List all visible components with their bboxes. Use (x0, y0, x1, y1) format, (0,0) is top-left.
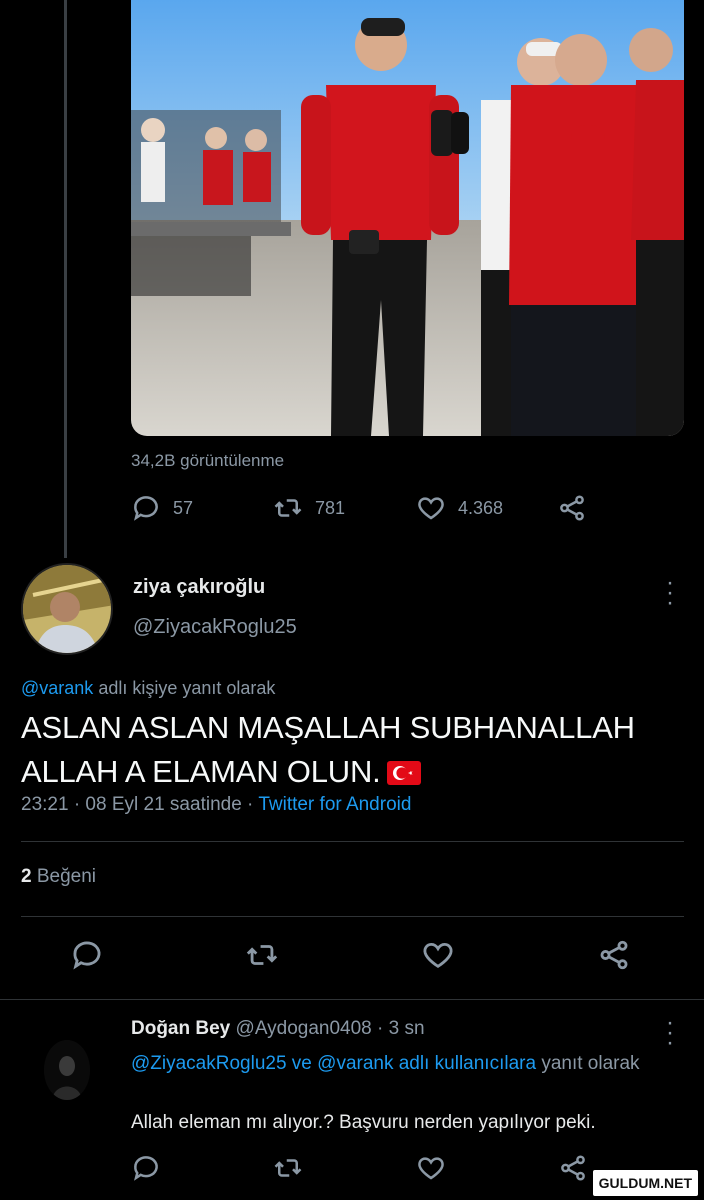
watermark: GULDUM.NET (592, 1170, 698, 1196)
reply-count: 57 (173, 497, 194, 518)
reply-button[interactable] (131, 1153, 165, 1187)
tweet-text: ASLAN ASLAN MAŞALLAH SUBHANALLAH ALLAH A… (21, 706, 671, 794)
share-icon (560, 495, 584, 521)
likes-label: Beğeni (31, 866, 97, 887)
more-options-icon[interactable]: · · · (662, 571, 678, 615)
reply-avatar-image (44, 1040, 90, 1100)
tweet-photo[interactable] (131, 0, 684, 436)
reply-header: Doğan Bey @Aydogan0408 · 3 sn (131, 1018, 425, 1040)
retweet-button[interactable] (273, 1153, 307, 1187)
like-button[interactable] (421, 938, 463, 980)
view-count: 34,2B görüntülenme (131, 451, 285, 470)
retweet-icon (274, 1159, 302, 1177)
reply-context-suffix: yanıt olarak (536, 1053, 640, 1074)
heart-icon (423, 942, 453, 968)
avatar-photo (23, 565, 111, 653)
comment-icon (73, 941, 101, 970)
reply-author-name[interactable]: Doğan Bey (131, 1018, 230, 1039)
retweet-button[interactable] (245, 938, 287, 980)
reply-actions-bar (131, 1153, 601, 1187)
heart-icon (418, 497, 444, 520)
retweet-icon (246, 945, 278, 965)
reply-to-suffix: adlı kişiye yanıt olarak (93, 678, 276, 698)
likes-count: 2 (21, 866, 32, 887)
reply-context-text: @ZiyacakRoglu25 ve @varank adlı kullanıc… (131, 1050, 661, 1078)
more-options-icon[interactable]: · · · (662, 1011, 678, 1055)
comment-icon (134, 1156, 158, 1181)
tweet-timestamp[interactable]: 23:21 · 08 Eyl 21 saatinde · (21, 794, 258, 815)
like-button[interactable]: 4.368 (416, 490, 503, 526)
tweet-meta: 23:21 · 08 Eyl 21 saatinde · Twitter for… (21, 794, 411, 816)
reply-avatar[interactable] (44, 1040, 90, 1100)
tweet-source[interactable]: Twitter for Android (258, 794, 411, 815)
retweet-icon (274, 499, 302, 517)
likes-summary[interactable]: 2 Beğeni (21, 866, 96, 888)
author-handle[interactable]: @ZiyacakRoglu25 (133, 616, 297, 639)
reply-context-links[interactable]: @ZiyacakRoglu25 ve @varank adlı kullanıc… (131, 1053, 536, 1074)
reply-text: Allah eleman mı alıyor.? Başvuru nerden … (131, 1112, 596, 1133)
divider (21, 841, 684, 842)
parent-actions-bar: 57 781 4.368 (131, 490, 591, 526)
reply-button[interactable] (70, 938, 112, 980)
main-actions-bar (0, 938, 704, 980)
divider (0, 999, 704, 1000)
thread-line (64, 0, 67, 558)
like-button[interactable] (416, 1153, 450, 1187)
like-count: 4.368 (458, 497, 504, 518)
share-button[interactable] (558, 1153, 592, 1187)
divider (21, 916, 684, 917)
retweet-button[interactable]: 781 (273, 490, 345, 526)
author-name[interactable]: ziya çakıroğlu (133, 576, 265, 599)
share-button[interactable] (597, 938, 639, 980)
share-icon (561, 1155, 585, 1181)
reply-author-handle[interactable]: @Aydogan0408 · 3 sn (230, 1018, 425, 1039)
photo-illustration (131, 0, 684, 436)
retweet-count: 781 (315, 497, 346, 518)
reply-button[interactable]: 57 (131, 490, 193, 526)
heart-icon (418, 1157, 444, 1180)
share-icon (600, 940, 628, 970)
reply-to-link[interactable]: @varank (21, 678, 93, 698)
share-button[interactable] (557, 490, 587, 526)
tweet-body: ASLAN ASLAN MAŞALLAH SUBHANALLAH ALLAH A… (21, 710, 635, 789)
reply-context: @varank adlı kişiye yanıt olarak (21, 678, 275, 699)
avatar[interactable] (21, 563, 113, 655)
comment-icon (134, 496, 158, 521)
turkey-flag-icon (386, 761, 421, 785)
